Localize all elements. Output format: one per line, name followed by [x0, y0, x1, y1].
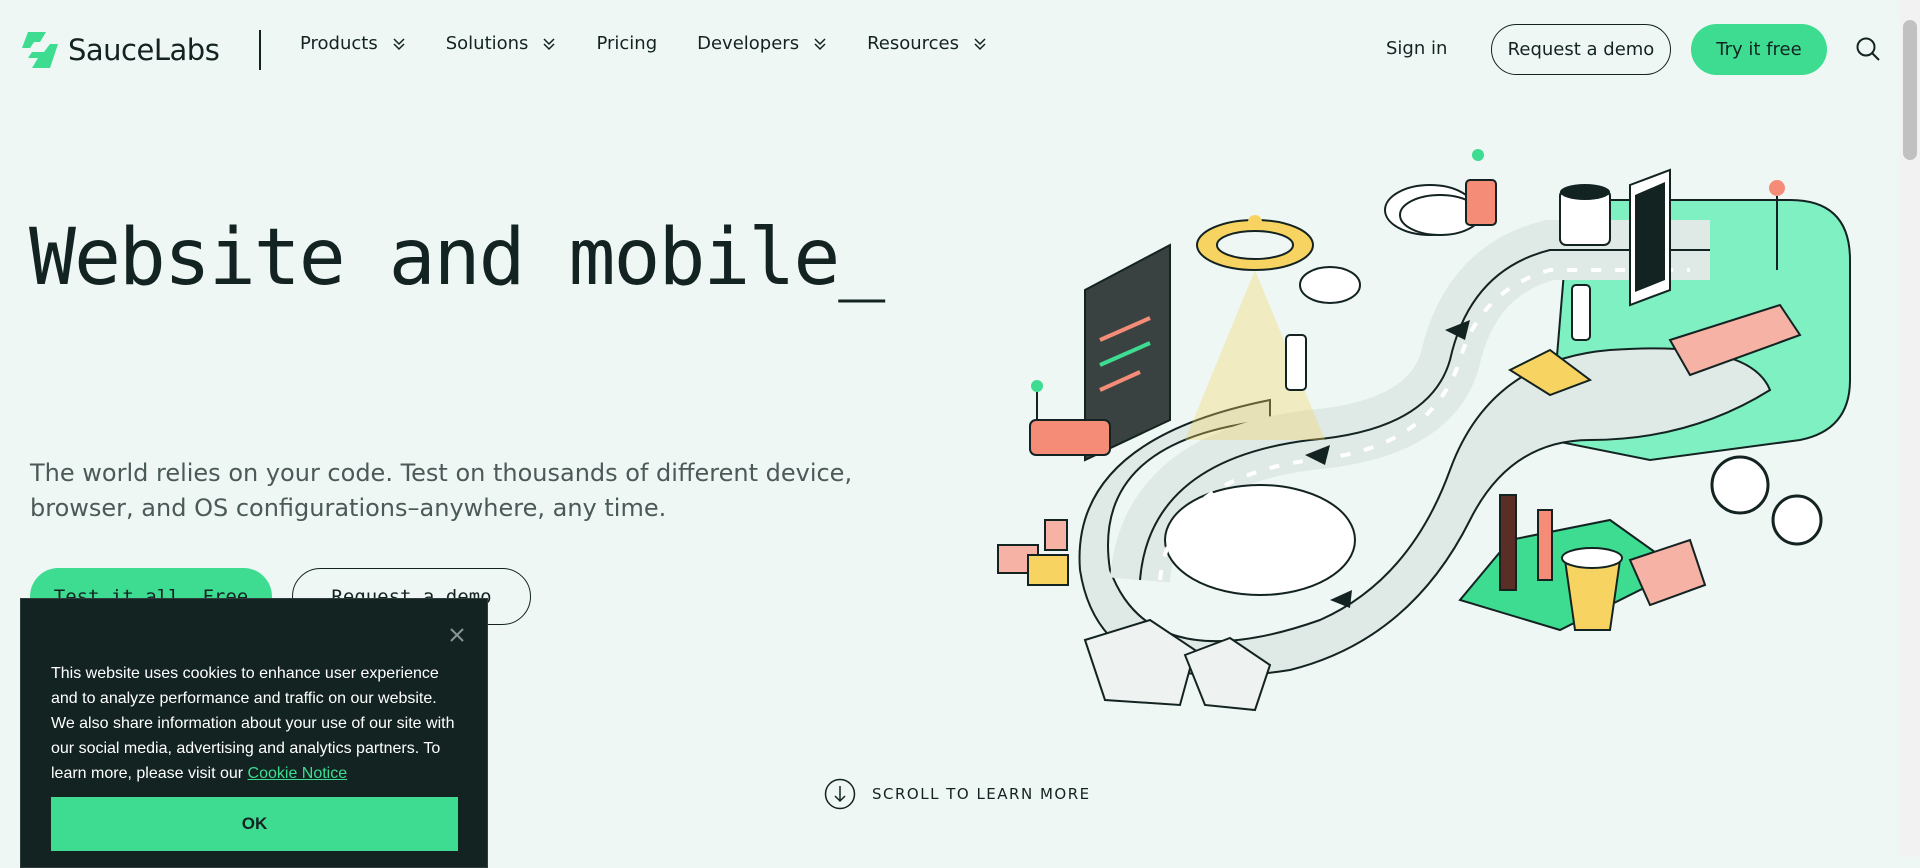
nav-label: Resources: [867, 33, 960, 54]
nav-solutions[interactable]: Solutions: [446, 33, 557, 54]
nav-label: Developers: [697, 33, 800, 54]
nav-products[interactable]: Products: [300, 33, 406, 54]
cookie-notice-link[interactable]: Cookie Notice: [248, 765, 348, 782]
close-icon[interactable]: [447, 625, 467, 645]
page-scrollbar[interactable]: [1900, 0, 1920, 857]
cookie-text: This website uses cookies to enhance use…: [51, 665, 455, 782]
search-icon[interactable]: [1855, 36, 1881, 62]
chevron-down-icon: [393, 37, 405, 50]
saucelabs-logo-icon: [22, 32, 58, 68]
nav-resources[interactable]: Resources: [867, 33, 987, 54]
scroll-cta-label: SCROLL TO LEARN MORE: [872, 785, 1091, 803]
hero-title: Website and mobile_: [29, 213, 885, 303]
hero-subtitle: The world relies on your code. Test on t…: [30, 459, 853, 522]
sign-in-link[interactable]: Sign in: [1386, 38, 1447, 59]
site-header: SauceLabs Products Solutions Pricing Dev…: [0, 0, 1900, 98]
nav-pricing[interactable]: Pricing: [596, 33, 657, 54]
logo-text: SauceLabs: [68, 33, 220, 67]
main-nav: Products Solutions Pricing Developers Re…: [300, 33, 1027, 54]
nav-developers[interactable]: Developers: [697, 33, 827, 54]
scroll-to-learn-more[interactable]: SCROLL TO LEARN MORE: [824, 778, 1091, 810]
saucelabs-logo[interactable]: SauceLabs: [20, 30, 220, 70]
header-divider: [259, 30, 261, 70]
infinity-testing-illustration: [997, 149, 1851, 712]
cookie-banner: This website uses cookies to enhance use…: [20, 598, 488, 868]
nav-label: Products: [300, 33, 378, 54]
chevron-down-icon: [814, 37, 826, 50]
nav-label: Pricing: [596, 33, 658, 54]
request-demo-button[interactable]: Request a demo: [1491, 24, 1671, 75]
chevron-down-icon: [974, 37, 986, 50]
try-free-button[interactable]: Try it free: [1691, 24, 1827, 75]
cookie-ok-button[interactable]: OK: [51, 797, 458, 851]
nav-label: Solutions: [445, 33, 529, 54]
arrow-down-circle-icon: [824, 778, 856, 810]
scrollbar-thumb[interactable]: [1903, 20, 1917, 160]
chevron-down-icon: [543, 37, 555, 50]
